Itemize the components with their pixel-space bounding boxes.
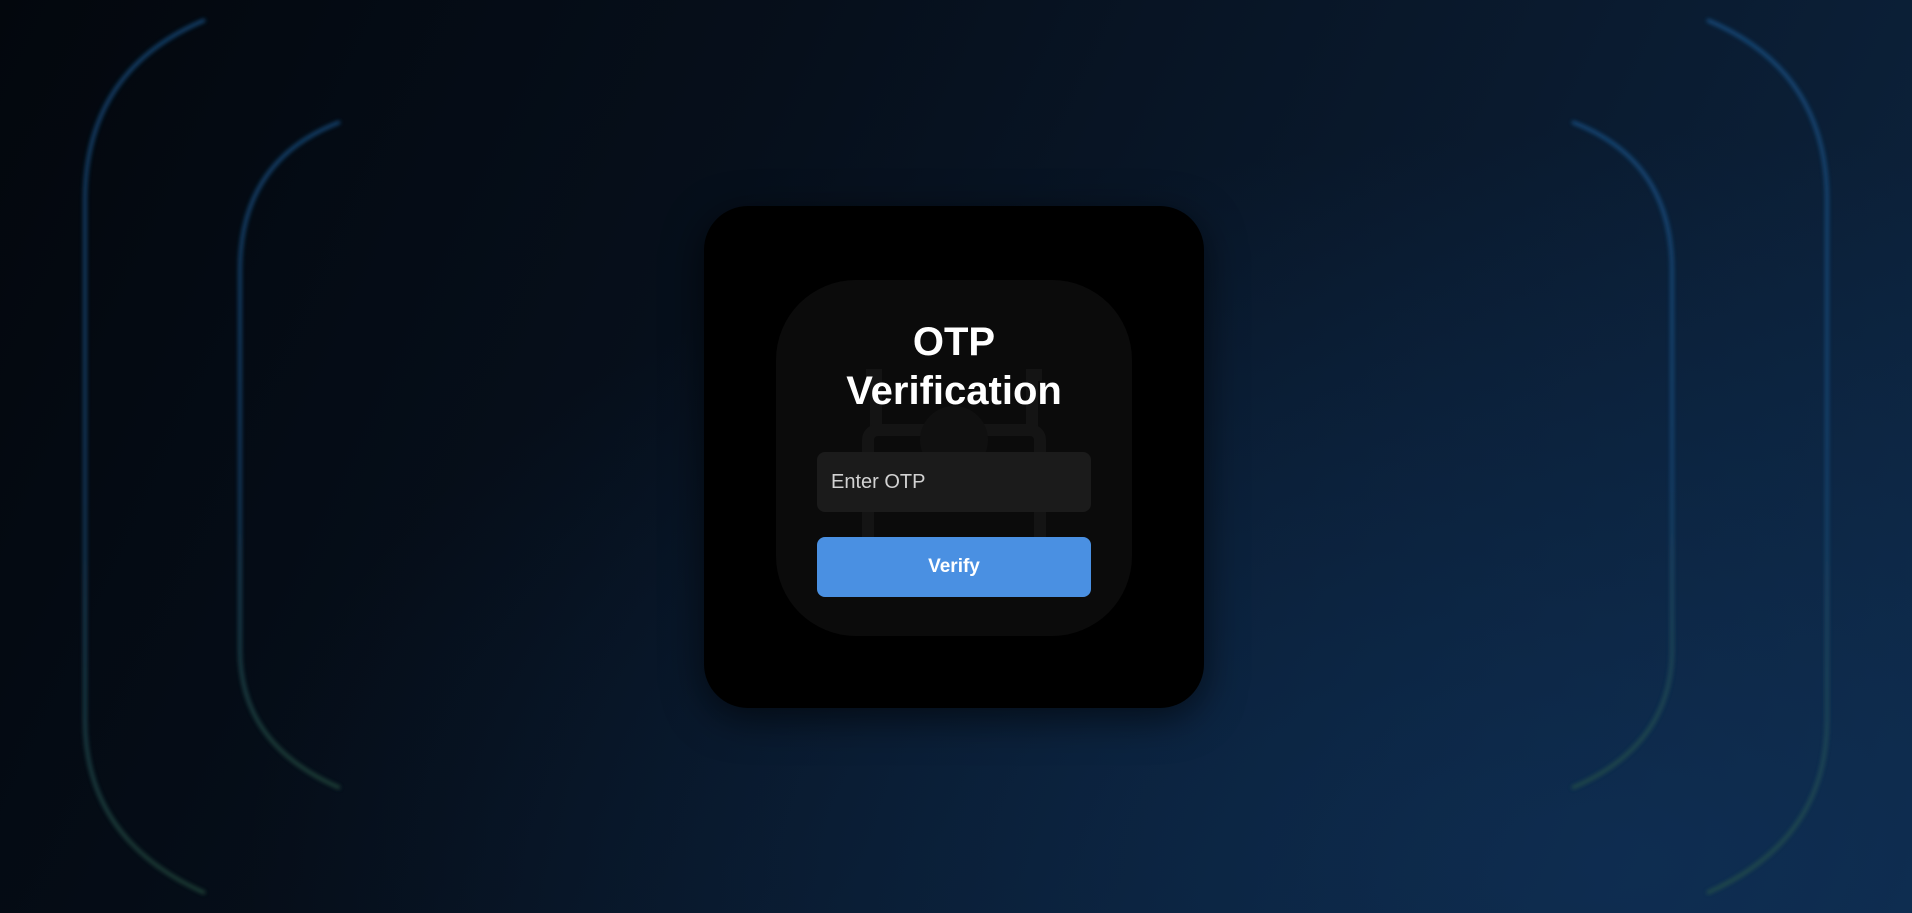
left-outer-arc [83, 18, 206, 895]
title-line-2: Verification [846, 369, 1062, 413]
title-line-1: OTP [912, 320, 996, 364]
left-inner-arc [238, 120, 341, 790]
otp-input[interactable] [817, 452, 1091, 512]
right-inner-arc [1571, 120, 1674, 790]
page-title: OTP Verification [704, 318, 1204, 416]
right-outer-arc [1706, 18, 1829, 895]
otp-card: OTP Verification Verify [704, 206, 1204, 708]
verify-button[interactable]: Verify [817, 537, 1091, 597]
